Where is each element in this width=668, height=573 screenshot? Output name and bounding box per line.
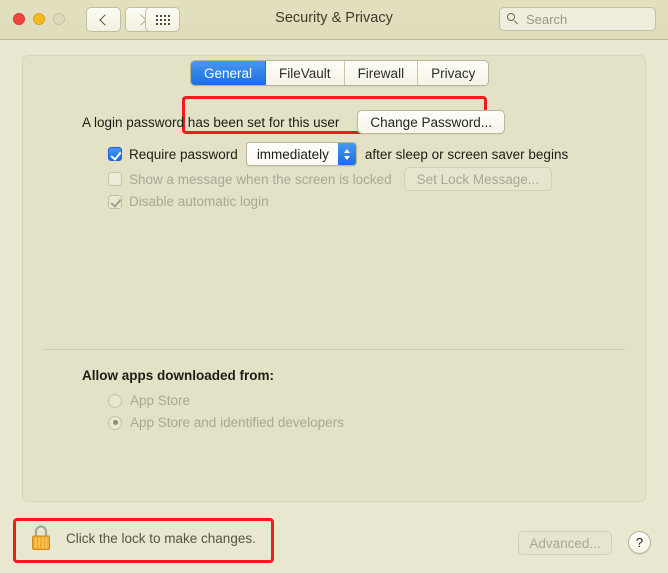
disable-auto-login-label: Disable automatic login: [129, 194, 269, 209]
search-input[interactable]: [524, 10, 648, 28]
padlock-closed-icon[interactable]: [28, 523, 54, 553]
search-field[interactable]: [499, 7, 656, 31]
allow-apps-option-identified-developers[interactable]: App Store and identified developers: [108, 415, 344, 430]
help-button[interactable]: ?: [628, 531, 651, 554]
tab-general[interactable]: General: [191, 61, 267, 85]
require-password-row: Require password immediately after sleep…: [108, 142, 568, 166]
lock-instruction-text: Click the lock to make changes.: [66, 530, 256, 546]
change-password-button[interactable]: Change Password...: [357, 110, 505, 134]
require-password-delay-value: immediately: [246, 143, 338, 165]
require-password-checkbox[interactable]: [108, 147, 122, 161]
allow-apps-option-app-store[interactable]: App Store: [108, 393, 190, 408]
tab-firewall[interactable]: Firewall: [344, 61, 419, 85]
tab-filevault[interactable]: FileVault: [266, 61, 345, 85]
preference-pane-content: General FileVault Firewall Privacy A log…: [0, 41, 668, 573]
disable-auto-login-row: Disable automatic login: [108, 194, 269, 209]
lock-message-row: Show a message when the screen is locked…: [108, 167, 552, 191]
security-privacy-window: Security & Privacy General FileVault Fir…: [0, 0, 668, 573]
login-password-row: A login password has been set for this u…: [82, 110, 505, 134]
tab-bar: General FileVault Firewall Privacy: [190, 60, 490, 86]
advanced-button[interactable]: Advanced...: [518, 531, 612, 555]
tab-privacy[interactable]: Privacy: [418, 61, 489, 85]
identified-developers-radio[interactable]: [108, 415, 122, 430]
search-icon: [507, 13, 519, 25]
show-lock-message-checkbox[interactable]: [108, 172, 122, 186]
login-password-status-label: A login password has been set for this u…: [82, 114, 340, 130]
popup-stepper-arrows[interactable]: [337, 143, 356, 165]
window-titlebar: Security & Privacy: [0, 0, 668, 40]
allow-apps-heading: Allow apps downloaded from:: [82, 368, 274, 383]
lock-bar[interactable]: Click the lock to make changes.: [28, 523, 256, 553]
set-lock-message-button[interactable]: Set Lock Message...: [403, 167, 552, 191]
section-divider: [42, 349, 625, 350]
require-password-suffix-label: after sleep or screen saver begins: [364, 146, 569, 162]
allow-apps-heading-row: Allow apps downloaded from:: [82, 368, 274, 383]
require-password-delay-popup[interactable]: immediately: [245, 142, 357, 166]
app-store-radio[interactable]: [108, 393, 122, 408]
show-lock-message-label: Show a message when the screen is locked: [129, 171, 392, 187]
identified-developers-radio-label: App Store and identified developers: [130, 415, 344, 430]
app-store-radio-label: App Store: [130, 393, 191, 408]
require-password-label: Require password: [129, 146, 238, 162]
disable-auto-login-checkbox[interactable]: [108, 194, 122, 209]
